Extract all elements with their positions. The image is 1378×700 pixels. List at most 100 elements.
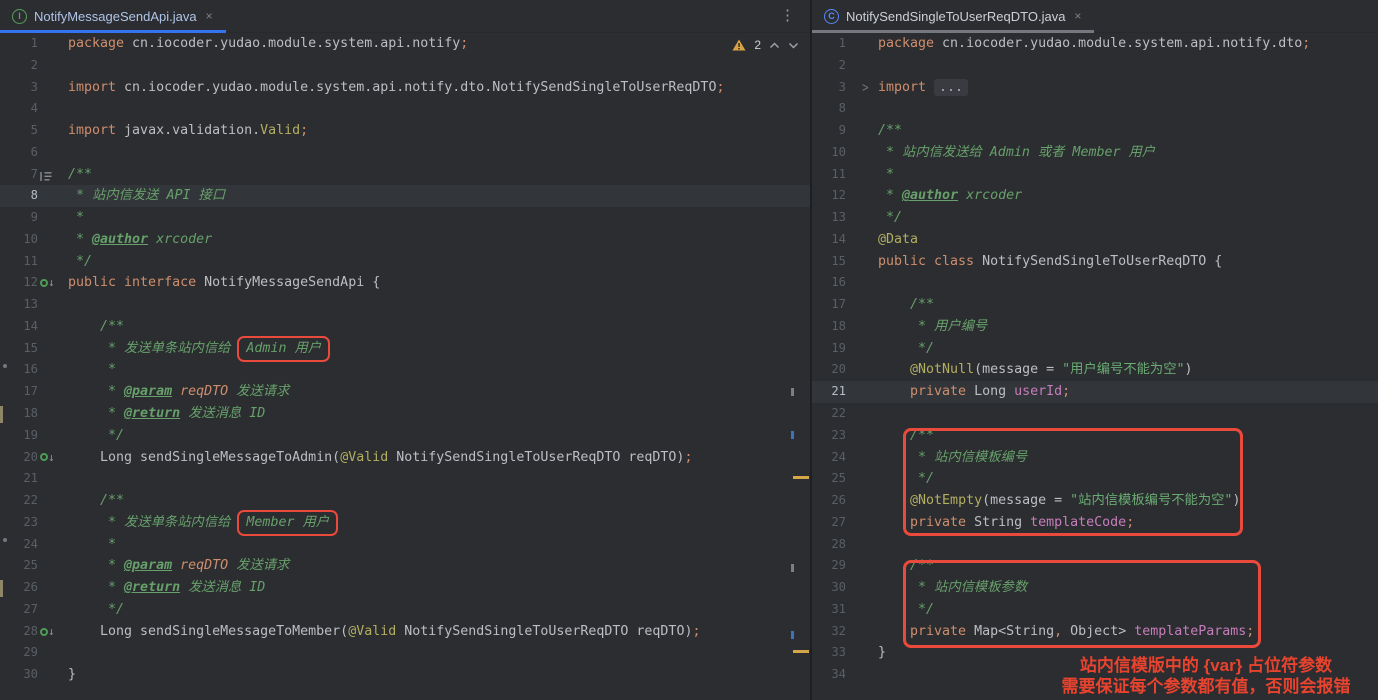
gutter[interactable]: 2 <box>0 55 68 77</box>
code-line[interactable]: 32 private Map<String, Object> templateP… <box>812 621 1378 643</box>
code-line[interactable]: 23 * 发送单条站内信给 Member 用户 <box>0 512 810 534</box>
gutter[interactable]: 30 <box>0 664 68 686</box>
gutter[interactable]: 15 <box>0 338 68 360</box>
gutter[interactable]: 29 <box>0 642 68 664</box>
gutter[interactable]: 8 <box>0 185 68 207</box>
code-line[interactable]: 13 <box>0 294 810 316</box>
gutter[interactable]: 7 <box>0 164 68 186</box>
gutter[interactable]: 27 <box>812 512 878 534</box>
gutter[interactable]: 11 <box>0 251 68 273</box>
inspections-widget[interactable]: 2 <box>732 38 799 52</box>
gutter[interactable]: 30 <box>812 577 878 599</box>
chevron-down-icon[interactable] <box>788 42 799 49</box>
gutter[interactable]: 21 <box>812 381 878 403</box>
code-line[interactable]: 3import cn.iocoder.yudao.module.system.a… <box>0 77 810 99</box>
gutter[interactable]: 19 <box>812 338 878 360</box>
gutter[interactable]: 21 <box>0 468 68 490</box>
gutter[interactable]: 12 <box>812 185 878 207</box>
gutter[interactable]: 26 <box>812 490 878 512</box>
code-line[interactable]: 28 <box>812 534 1378 556</box>
code-line[interactable]: 30} <box>0 664 810 686</box>
code-line[interactable]: 12↓public interface NotifyMessageSendApi… <box>0 272 810 294</box>
gutter[interactable]: 24 <box>812 447 878 469</box>
gutter[interactable]: 20 <box>812 359 878 381</box>
gutter[interactable]: 6 <box>0 142 68 164</box>
gutter[interactable]: 18 <box>0 403 68 425</box>
code-line[interactable]: 29 <box>0 642 810 664</box>
gutter[interactable]: 14 <box>812 229 878 251</box>
fold-chevron-icon[interactable]: > <box>862 74 869 101</box>
code-line[interactable]: 21 private Long userId; <box>812 381 1378 403</box>
code-line[interactable]: 14 /** <box>0 316 810 338</box>
gutter[interactable]: 9 <box>812 120 878 142</box>
gutter[interactable]: 15 <box>812 251 878 273</box>
stripe-mark-warning[interactable] <box>793 476 809 479</box>
close-icon[interactable]: × <box>206 9 213 23</box>
code-line[interactable]: 2 <box>812 55 1378 77</box>
code-line[interactable]: 25 * @param reqDTO 发送请求 <box>0 555 810 577</box>
code-line[interactable]: 8 <box>812 98 1378 120</box>
code-line[interactable]: 22 <box>812 403 1378 425</box>
code-line[interactable]: 20↓ Long sendSingleMessageToAdmin(@Valid… <box>0 447 810 469</box>
code-line[interactable]: 23 /** <box>812 425 1378 447</box>
gutter[interactable]: 17 <box>812 294 878 316</box>
code-line[interactable]: 20 @NotNull(message = "用户编号不能为空") <box>812 359 1378 381</box>
gutter[interactable]: 9 <box>0 207 68 229</box>
code-line[interactable]: 10 * 站内信发送给 Admin 或者 Member 用户 <box>812 142 1378 164</box>
code-line[interactable]: 8 * 站内信发送 API 接口 <box>0 185 810 207</box>
gutter[interactable]: 19 <box>0 425 68 447</box>
code-line[interactable]: 17 /** <box>812 294 1378 316</box>
tab-notify-message-send-api[interactable]: I NotifyMessageSendApi.java × <box>0 0 226 32</box>
code-line[interactable]: 12 * @author xrcoder <box>812 185 1378 207</box>
gutter[interactable]: 26 <box>0 577 68 599</box>
doc-list-gutter-icon[interactable] <box>40 164 52 186</box>
code-line[interactable]: 19 */ <box>0 425 810 447</box>
stripe-mark-warning[interactable] <box>793 650 809 653</box>
code-line[interactable]: 18 * 用户编号 <box>812 316 1378 338</box>
code-line[interactable]: 29 /** <box>812 555 1378 577</box>
gutter[interactable]: 11 <box>812 164 878 186</box>
gutter[interactable]: 31 <box>812 599 878 621</box>
gutter[interactable]: 16 <box>0 359 68 381</box>
code-line[interactable]: 1package cn.iocoder.yudao.module.system.… <box>0 33 810 55</box>
code-line[interactable]: 11 * <box>812 164 1378 186</box>
gutter[interactable]: 3 <box>0 77 68 99</box>
code-line[interactable]: 26 @NotEmpty(message = "站内信模板编号不能为空") <box>812 490 1378 512</box>
code-line[interactable]: 25 */ <box>812 468 1378 490</box>
gutter[interactable]: 28 <box>812 534 878 556</box>
gutter[interactable]: 27 <box>0 599 68 621</box>
gutter[interactable]: 4 <box>0 98 68 120</box>
code-line[interactable]: 7/** <box>0 164 810 186</box>
stripe-mark-blue[interactable] <box>791 431 794 439</box>
gutter[interactable]: 1 <box>0 33 68 55</box>
tab-notify-send-single-to-user-req-dto[interactable]: C NotifySendSingleToUserReqDTO.java × <box>812 0 1094 32</box>
code-line[interactable]: 19 */ <box>812 338 1378 360</box>
gutter[interactable]: 1 <box>812 33 878 55</box>
gutter[interactable]: 13 <box>0 294 68 316</box>
implementations-gutter-icon[interactable]: ↓ <box>40 272 55 294</box>
code-editor-left[interactable]: 1package cn.iocoder.yudao.module.system.… <box>0 33 810 686</box>
gutter[interactable]: 22 <box>812 403 878 425</box>
gutter[interactable]: 32 <box>812 621 878 643</box>
code-line[interactable]: 9/** <box>812 120 1378 142</box>
gutter[interactable]: 3> <box>812 77 878 99</box>
code-editor-right[interactable]: 1package cn.iocoder.yudao.module.system.… <box>812 33 1378 686</box>
code-line[interactable]: 26 * @return 发送消息 ID <box>0 577 810 599</box>
code-line[interactable]: 13 */ <box>812 207 1378 229</box>
gutter[interactable]: 17 <box>0 381 68 403</box>
gutter[interactable]: 28↓ <box>0 621 68 643</box>
stripe-mark-gray[interactable] <box>791 388 794 396</box>
code-line[interactable]: 24 * 站内信模板编号 <box>812 447 1378 469</box>
code-line[interactable]: 9 * <box>0 207 810 229</box>
code-line[interactable]: 22 /** <box>0 490 810 512</box>
code-line[interactable]: 27 */ <box>0 599 810 621</box>
gutter[interactable]: 23 <box>0 512 68 534</box>
gutter[interactable]: 8 <box>812 98 878 120</box>
code-line[interactable]: 16 <box>812 272 1378 294</box>
gutter[interactable]: 25 <box>812 468 878 490</box>
gutter[interactable]: 10 <box>0 229 68 251</box>
code-line[interactable]: 5import javax.validation.Valid; <box>0 120 810 142</box>
gutter[interactable]: 24 <box>0 534 68 556</box>
gutter[interactable]: 34 <box>812 664 878 686</box>
gutter[interactable]: 25 <box>0 555 68 577</box>
